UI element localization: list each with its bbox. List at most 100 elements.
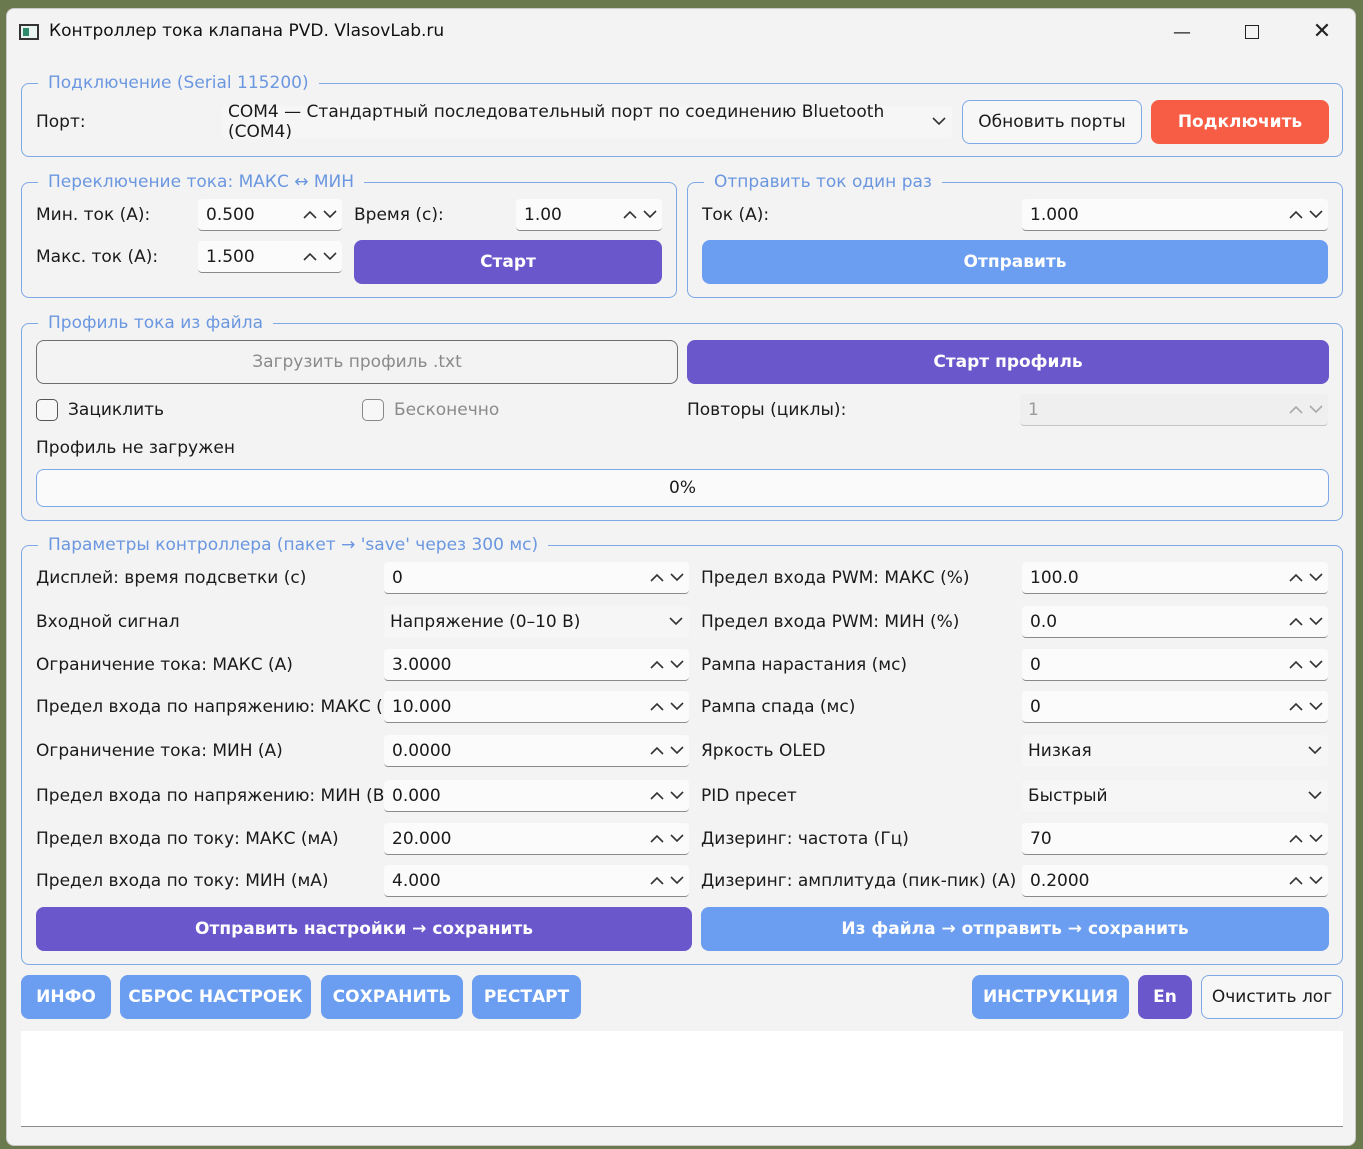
spin-up-icon[interactable] (1288, 831, 1304, 847)
language-button[interactable]: En (1138, 975, 1192, 1019)
spin-down-icon[interactable] (1308, 831, 1324, 847)
spin-up-icon[interactable] (1288, 657, 1304, 673)
min-current-label: Мин. ток (А): (36, 205, 151, 225)
switching-start-button[interactable]: Старт (354, 240, 662, 284)
port-select[interactable]: COM4 — Стандартный последовательный порт… (222, 102, 952, 142)
spin-up-icon[interactable] (649, 831, 665, 847)
param-spinbox[interactable]: 0.2000 (1022, 865, 1328, 897)
minimize-button[interactable]: — (1159, 17, 1205, 47)
start-profile-button[interactable]: Старт профиль (687, 340, 1329, 384)
spin-up-icon[interactable] (649, 873, 665, 889)
time-spinbox[interactable]: 1.00 (516, 199, 662, 231)
spin-up-icon[interactable] (1288, 699, 1304, 715)
save-button[interactable]: СОХРАНИТЬ (321, 975, 463, 1019)
manual-button[interactable]: ИНСТРУКЦИЯ (972, 975, 1129, 1019)
spin-up-icon[interactable] (649, 699, 665, 715)
params-group: Параметры контроллера (пакет → 'save' че… (21, 534, 1343, 965)
spin-down-icon[interactable] (322, 207, 338, 223)
maximize-button[interactable] (1229, 17, 1275, 47)
param-spinbox[interactable]: 70 (1022, 823, 1328, 855)
spin-down-icon[interactable] (669, 743, 685, 759)
loop-checkbox[interactable] (36, 399, 58, 421)
spin-up-icon[interactable] (649, 788, 665, 804)
spin-down-icon[interactable] (1308, 657, 1324, 673)
spin-down-icon[interactable] (669, 831, 685, 847)
spin-down-icon[interactable] (1308, 207, 1324, 223)
spin-down-icon[interactable] (1308, 873, 1324, 889)
param-spinbox[interactable]: 3.0000 (384, 649, 689, 681)
connection-group: Подключение (Serial 115200) Порт: COM4 —… (21, 72, 1343, 157)
send-current-button[interactable]: Отправить (702, 240, 1328, 284)
param-value: 0.2000 (1030, 870, 1090, 891)
param-spinbox[interactable]: 0.000 (384, 780, 689, 812)
spin-up-icon[interactable] (1288, 873, 1304, 889)
param-select[interactable]: Напряжение (0–10 В) (384, 606, 689, 638)
param-label: Рампа нарастания (мс) (701, 655, 908, 675)
param-value: Быстрый (1028, 786, 1108, 806)
param-label: Предел входа PWM: МИН (%) (701, 612, 960, 632)
spin-down-icon[interactable] (322, 249, 338, 265)
spin-down-icon[interactable] (669, 699, 685, 715)
log-output[interactable] (21, 1031, 1343, 1127)
max-current-spinbox[interactable]: 1.500 (198, 241, 342, 273)
spin-down-icon[interactable] (669, 873, 685, 889)
restart-button[interactable]: РЕСТАРТ (472, 975, 581, 1019)
spin-up-icon[interactable] (622, 207, 638, 223)
spin-up-icon[interactable] (649, 657, 665, 673)
send-settings-save-button[interactable]: Отправить настройки → сохранить (36, 907, 692, 951)
file-send-save-button[interactable]: Из файла → отправить → сохранить (701, 907, 1329, 951)
spin-up-icon[interactable] (302, 207, 318, 223)
spin-up-icon[interactable] (1288, 402, 1304, 418)
spin-down-icon[interactable] (1308, 614, 1324, 630)
close-icon: ✕ (1312, 19, 1332, 44)
spin-up-icon[interactable] (649, 743, 665, 759)
param-value: 20.000 (392, 828, 452, 849)
param-spinbox[interactable]: 0.0000 (384, 735, 689, 767)
profile-group: Профиль тока из файла Загрузить профиль … (21, 312, 1343, 521)
spin-down-icon[interactable] (669, 570, 685, 586)
param-spinbox[interactable]: 4.000 (384, 865, 689, 897)
connect-button[interactable]: Подключить (1151, 100, 1329, 144)
param-value: 0 (1030, 696, 1041, 717)
param-spinbox[interactable]: 0 (1022, 691, 1328, 723)
param-value: 100.0 (1030, 567, 1079, 588)
param-spinbox[interactable]: 10.000 (384, 691, 689, 723)
spin-down-icon[interactable] (1308, 402, 1324, 418)
info-button[interactable]: ИНФО (21, 975, 111, 1019)
spin-down-icon[interactable] (642, 207, 658, 223)
param-value: 0.000 (392, 785, 441, 806)
param-spinbox[interactable]: 0 (384, 562, 689, 594)
load-profile-button[interactable]: Загрузить профиль .txt (36, 340, 678, 384)
spin-up-icon[interactable] (302, 249, 318, 265)
param-select[interactable]: Низкая (1022, 735, 1328, 767)
param-spinbox[interactable]: 20.000 (384, 823, 689, 855)
port-label: Порт: (36, 112, 86, 132)
spin-down-icon[interactable] (669, 657, 685, 673)
title-bar: Контроллер тока клапана PVD. VlasovLab.r… (7, 9, 1355, 55)
param-spinbox[interactable]: 0.0 (1022, 606, 1328, 638)
param-label: Яркость OLED (701, 741, 826, 761)
time-label: Время (с): (354, 205, 444, 225)
spin-down-icon[interactable] (669, 788, 685, 804)
param-spinbox[interactable]: 0 (1022, 649, 1328, 681)
param-spinbox[interactable]: 100.0 (1022, 562, 1328, 594)
spin-up-icon[interactable] (649, 570, 665, 586)
param-select[interactable]: Быстрый (1022, 780, 1328, 812)
spin-down-icon[interactable] (1308, 570, 1324, 586)
chevron-down-icon (1308, 746, 1322, 755)
close-button[interactable]: ✕ (1299, 17, 1345, 47)
clear-log-button[interactable]: Очистить лог (1201, 975, 1343, 1019)
repeats-spinbox[interactable]: 1 (1020, 394, 1328, 426)
infinite-checkbox[interactable] (362, 399, 384, 421)
refresh-ports-button[interactable]: Обновить порты (962, 100, 1142, 144)
spin-up-icon[interactable] (1288, 207, 1304, 223)
loop-label: Зациклить (68, 400, 165, 420)
spin-up-icon[interactable] (1288, 614, 1304, 630)
profile-group-title: Профиль тока из файла (38, 312, 274, 334)
reset-settings-button[interactable]: СБРОС НАСТРОЕК (120, 975, 311, 1019)
spin-up-icon[interactable] (1288, 570, 1304, 586)
min-current-spinbox[interactable]: 0.500 (198, 199, 342, 231)
current-spinbox[interactable]: 1.000 (1022, 199, 1328, 231)
spin-down-icon[interactable] (1308, 699, 1324, 715)
app-window: Контроллер тока клапана PVD. VlasovLab.r… (6, 8, 1356, 1146)
